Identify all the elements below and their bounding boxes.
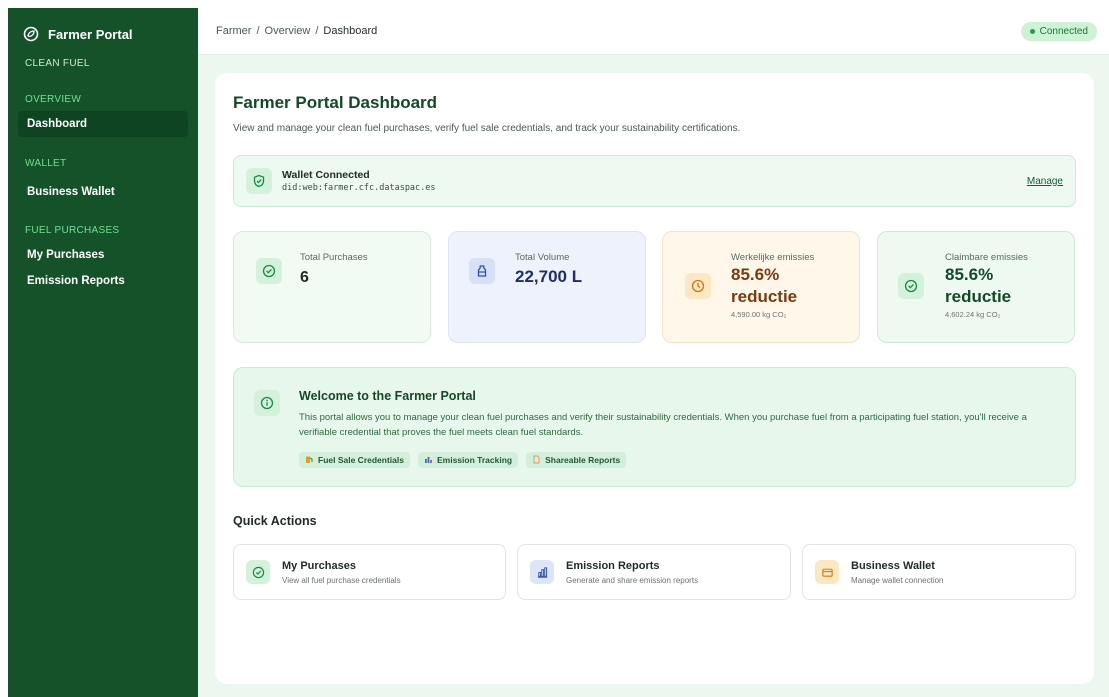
main-area: Farmer / Overview / Dashboard Connected … bbox=[198, 8, 1109, 697]
top-bar: Farmer / Overview / Dashboard Connected bbox=[198, 8, 1109, 55]
stat-total-volume: Total Volume 22,700 L bbox=[448, 231, 646, 343]
quick-action-title: Emission Reports bbox=[566, 560, 660, 572]
check-circle-icon bbox=[246, 560, 270, 584]
brand[interactable]: Farmer Portal bbox=[8, 8, 198, 48]
breadcrumb-overview[interactable]: Overview bbox=[265, 25, 311, 37]
sidebar-section-clean-fuel: CLEAN FUEL bbox=[25, 58, 90, 69]
status-dot-icon bbox=[1029, 28, 1035, 34]
wallet-title: Wallet Connected bbox=[282, 169, 370, 181]
stat-value: 6 bbox=[300, 269, 309, 286]
manage-wallet-link[interactable]: Manage bbox=[1027, 176, 1063, 187]
stat-value: 85.6% bbox=[945, 265, 994, 284]
breadcrumb-farmer[interactable]: Farmer bbox=[216, 25, 251, 37]
stat-value-unit: reductie bbox=[731, 287, 798, 306]
app-title: Farmer Portal bbox=[48, 26, 133, 42]
sidebar-item-my-purchases[interactable]: My Purchases bbox=[18, 242, 188, 268]
breadcrumb-separator: / bbox=[256, 25, 260, 37]
quick-action-desc: View all fuel purchase credentials bbox=[282, 576, 401, 585]
breadcrumb-separator: / bbox=[315, 25, 319, 37]
quick-action-desc: Manage wallet connection bbox=[851, 576, 944, 585]
stat-label: Werkelijke emissies bbox=[731, 252, 815, 263]
stat-label: Claimbare emissies bbox=[945, 252, 1028, 263]
sidebar-section-overview: OVERVIEW bbox=[25, 94, 82, 105]
clock-icon bbox=[685, 273, 711, 299]
shield-check-icon bbox=[246, 168, 272, 194]
quick-actions-title: Quick Actions bbox=[233, 514, 317, 528]
stat-value: 85.6% bbox=[731, 265, 780, 284]
page-subtitle: View and manage your clean fuel purchase… bbox=[233, 123, 741, 134]
tag-fuel-sale-credentials: Fuel Sale Credentials bbox=[299, 452, 410, 468]
welcome-title: Welcome to the Farmer Portal bbox=[299, 389, 476, 403]
breadcrumb-dashboard: Dashboard bbox=[323, 25, 378, 37]
connection-status-label: Connected bbox=[1039, 25, 1088, 37]
stat-actual-emissions: Werkelijke emissies 85.6% reductie 4,590… bbox=[662, 231, 860, 343]
wallet-connected-banner: Wallet Connected did:web:farmer.cfc.data… bbox=[233, 155, 1076, 207]
quick-action-my-purchases[interactable]: My Purchases View all fuel purchase cred… bbox=[233, 544, 506, 600]
leaf-logo-icon bbox=[22, 25, 40, 43]
bar-chart-icon bbox=[530, 560, 554, 584]
sidebar: Farmer Portal CLEAN FUEL OVERVIEW Dashbo… bbox=[8, 8, 198, 697]
bottle-icon bbox=[469, 258, 495, 284]
info-icon bbox=[254, 390, 280, 416]
quick-action-emission-reports[interactable]: Emission Reports Generate and share emis… bbox=[517, 544, 791, 600]
fuel-pump-icon bbox=[305, 455, 314, 466]
check-circle-icon bbox=[256, 258, 282, 284]
connection-status-badge: Connected bbox=[1020, 21, 1097, 41]
stat-sub: 4,602.24 kg CO₂ bbox=[945, 310, 1001, 319]
sidebar-item-emission-reports[interactable]: Emission Reports bbox=[18, 268, 188, 294]
tag-emission-tracking: Emission Tracking bbox=[417, 452, 519, 468]
stat-value-unit: reductie bbox=[945, 287, 1012, 306]
dashboard-card: Farmer Portal Dashboard View and manage … bbox=[215, 73, 1094, 684]
welcome-panel: Welcome to the Farmer Portal This portal… bbox=[233, 367, 1076, 487]
tag-label: Shareable Reports bbox=[545, 455, 621, 465]
page-title: Farmer Portal Dashboard bbox=[233, 93, 438, 112]
bar-chart-icon bbox=[424, 455, 433, 466]
tag-label: Emission Tracking bbox=[436, 455, 513, 465]
quick-action-business-wallet[interactable]: Business Wallet Manage wallet connection bbox=[802, 544, 1076, 600]
tag-label: Fuel Sale Credentials bbox=[318, 455, 404, 465]
feature-tags: Fuel Sale Credentials Emission Tracking … bbox=[299, 452, 627, 468]
quick-action-title: My Purchases bbox=[282, 560, 356, 572]
sidebar-section-wallet: WALLET bbox=[25, 158, 67, 169]
document-icon bbox=[532, 455, 541, 466]
quick-action-desc: Generate and share emission reports bbox=[566, 576, 699, 585]
sidebar-section-fuel-purchases: FUEL PURCHASES bbox=[25, 225, 120, 236]
welcome-body: This portal allows you to manage your cl… bbox=[299, 412, 1027, 438]
wallet-did: did:web:farmer.cfc.dataspac.es bbox=[282, 183, 436, 193]
wallet-icon bbox=[815, 560, 839, 584]
sidebar-item-dashboard[interactable]: Dashboard bbox=[18, 111, 188, 137]
breadcrumb: Farmer / Overview / Dashboard bbox=[216, 25, 377, 37]
sidebar-item-business-wallet[interactable]: Business Wallet bbox=[18, 179, 188, 205]
tag-shareable-reports: Shareable Reports bbox=[526, 452, 627, 468]
stat-label: Total Purchases bbox=[300, 252, 368, 263]
stat-label: Total Volume bbox=[515, 252, 570, 263]
stat-sub: 4,590.00 kg CO₂ bbox=[731, 310, 787, 319]
stat-total-purchases: Total Purchases 6 bbox=[233, 231, 431, 343]
stat-claimable-emissions: Claimbare emissies 85.6% reductie 4,602.… bbox=[877, 231, 1075, 343]
quick-action-title: Business Wallet bbox=[851, 560, 935, 572]
stat-value: 22,700 L bbox=[515, 267, 583, 286]
check-circle-icon bbox=[898, 273, 924, 299]
